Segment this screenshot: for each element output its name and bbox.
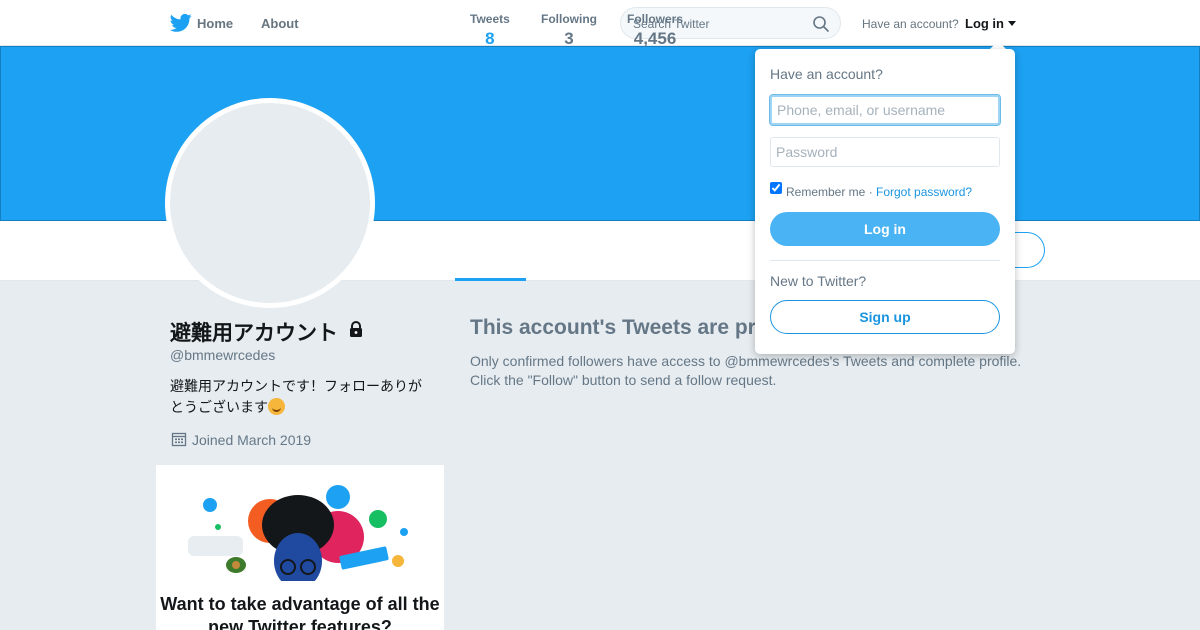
stat-value: 4,456 [633,29,677,48]
stat-value: 8 [485,29,495,48]
promo-title: Want to take advantage of all the new Tw… [160,594,440,630]
nav-home-link[interactable]: Home [197,16,233,31]
protected-line-2: Click the "Follow" button to send a foll… [470,372,777,388]
promo-illustration [188,485,408,581]
caret-down-icon[interactable] [1008,21,1016,26]
username-field[interactable] [769,94,1001,126]
promo-card: Want to take advantage of all the new Tw… [156,465,444,630]
new-to-twitter-text: New to Twitter? [770,273,867,289]
divider [770,260,1000,261]
bio-text: 避難用アカウントです！フォローありがとうございます [170,378,422,415]
profile-handle[interactable]: @bmmewrcedes [170,347,275,363]
signup-button[interactable]: Sign up [770,300,1000,334]
remember-me-checkbox[interactable] [770,182,782,194]
calendar-icon [171,432,187,447]
stat-following[interactable]: Following 3 [541,12,597,49]
remember-me-label[interactable]: Remember me · [786,185,873,199]
nav-about-link[interactable]: About [261,16,299,31]
search-icon[interactable] [812,15,830,33]
have-account-text: Have an account? [862,17,959,31]
avatar[interactable] [165,98,375,308]
joined-date: Joined March 2019 [192,432,312,448]
dropdown-heading: Have an account? [770,66,883,82]
protected-line-1: Only confirmed followers have access to … [470,353,1022,369]
stat-followers[interactable]: Followers 4,456 [627,12,683,49]
active-tab-underline [455,278,526,281]
stat-label: Tweets [470,12,510,26]
profile-name[interactable]: 避難用アカウント [170,317,338,347]
stat-label: Following [541,12,597,26]
forgot-password-link[interactable]: Forgot password? [876,185,972,199]
login-menu-link[interactable]: Log in [965,16,1004,31]
stat-tweets[interactable]: Tweets 8 [470,12,510,49]
login-dropdown: Have an account? Remember me · Forgot pa… [755,49,1015,354]
lock-icon [350,321,362,337]
stat-value: 3 [564,29,574,48]
top-nav: Home About Search Twitter Have an accoun… [0,0,1200,46]
profile-bio: 避難用アカウントです！フォローありがとうございます [170,376,430,418]
password-field[interactable] [770,137,1000,167]
stat-label: Followers [627,12,684,26]
protected-title: This account's Tweets are pr [470,316,756,339]
twitter-bird-icon[interactable] [170,13,192,33]
smiling-face-icon [268,398,285,415]
protected-description: Only confirmed followers have access to … [470,352,1050,390]
login-button[interactable]: Log in [770,212,1000,246]
